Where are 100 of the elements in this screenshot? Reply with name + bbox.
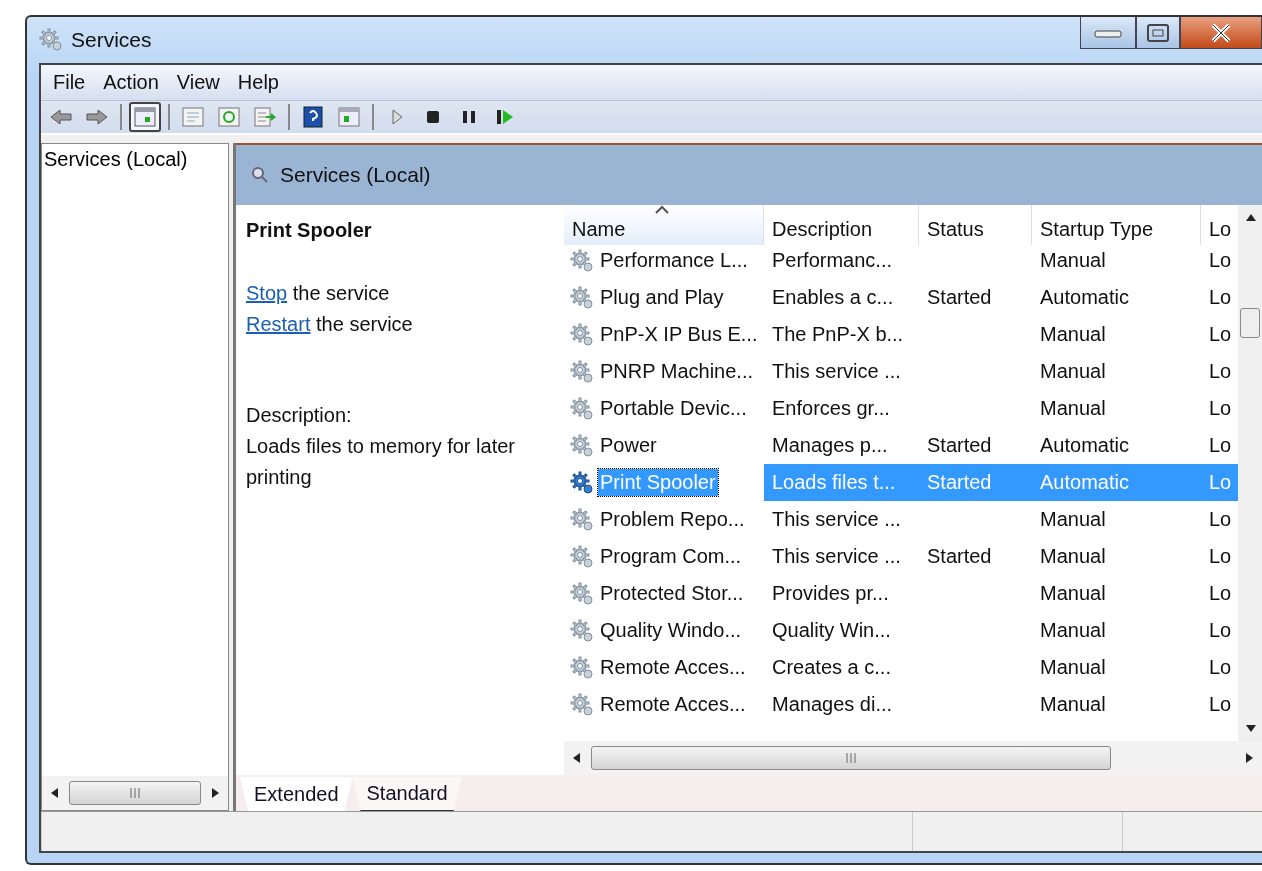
table-cell-text: Manages di... [771,692,894,717]
table-cell-text: Manual [1039,359,1107,384]
gear-icon [570,581,594,606]
minimize-icon [1094,27,1122,38]
properties-icon [182,107,204,127]
table-cell-text: Lo [1208,285,1233,310]
gear-icon [570,507,594,532]
table-cell-text: Started [926,433,993,458]
service-name[interactable]: Power [598,432,659,459]
resume-icon [495,108,515,126]
magnifier-icon [250,165,270,185]
service-name[interactable]: Program Com... [598,543,744,570]
table-cell-text: Lo [1208,248,1233,273]
action-link[interactable]: Stop [246,282,288,304]
table-cell-text: Started [926,285,993,310]
scroll-grip-icon [127,787,143,799]
table-cell-text: Lo [1208,507,1233,532]
menu-item[interactable]: View [170,69,226,96]
menu-item[interactable]: File [47,69,92,96]
table-cell-text: This service ... [771,544,902,569]
table-cell-text: Manual [1039,692,1107,717]
pause-icon [461,109,477,125]
refresh-icon [218,107,240,127]
service-title: Print Spooler [246,218,373,243]
column-header[interactable]: Name [564,205,764,245]
table-cell-text: Manual [1039,544,1107,569]
gear-icon [570,544,594,569]
vertical-scrollbar[interactable] [1238,205,1262,741]
table-cell-text: This service ... [771,507,902,532]
table-cell-text: Lo [1208,692,1233,717]
gear-icon [570,322,594,347]
gear-icon [570,470,594,495]
gear-icon [570,359,594,384]
gear-icon [570,618,594,643]
table-cell-text: Automatic [1039,433,1130,458]
service-action: Restart the service [246,312,414,337]
action-link[interactable]: Restart [246,313,311,335]
table-cell-text: Manual [1039,396,1107,421]
maximize-button[interactable] [1136,17,1180,49]
table-cell-text: Lo [1208,581,1233,606]
table-cell-text: Lo [1208,322,1233,347]
service-name[interactable]: PnP-X IP Bus E... [598,321,760,348]
table-cell-text: The PnP-X b... [771,322,905,347]
table-cell-text: Lo [1208,544,1233,569]
horizontal-scrollbar[interactable] [42,776,228,810]
table-cell-text: Manual [1039,655,1107,680]
gear-icon [39,28,63,52]
service-name[interactable]: Plug and Play [598,284,726,311]
service-name[interactable]: Portable Devic... [598,395,749,422]
table-cell-text: Performanc... [771,248,894,273]
service-name[interactable]: Problem Repo... [598,506,747,533]
close-button[interactable] [1180,17,1262,49]
table-cell-text: Manual [1039,618,1107,643]
console-tree-icon [134,107,156,127]
table-cell: Started [919,464,1032,501]
description-label: Description: [246,403,353,428]
service-name[interactable]: Performance L... [598,247,750,274]
table-cell-text: Provides pr... [771,581,890,606]
view-tab[interactable]: Standard [352,777,462,811]
stop-icon [425,109,441,125]
service-name[interactable]: Quality Windo... [598,617,744,644]
table-cell-text: Lo [1208,618,1233,643]
table-cell-text: Manual [1039,581,1107,606]
table-cell-text: Creates a c... [771,655,892,680]
service-name[interactable]: Protected Stor... [598,580,746,607]
scroll-thumb[interactable] [1240,308,1260,338]
view-tab[interactable]: Extended [240,777,353,811]
service-name[interactable]: Remote Acces... [598,654,748,681]
table-cell-text: Lo [1208,433,1233,458]
service-action: Stop the service [246,281,391,306]
minimize-button[interactable] [1080,17,1136,49]
help-book-icon [303,106,323,128]
gear-icon [570,248,594,273]
service-name[interactable]: PNRP Machine... [598,358,756,385]
table-cell-text: Started [926,544,993,569]
maximize-icon [1146,22,1170,43]
service-name[interactable]: Remote Acces... [598,691,748,718]
menu-item[interactable]: Action [97,69,165,96]
table-cell-text: Quality Win... [771,618,892,643]
gear-icon [570,692,594,717]
gear-icon [570,285,594,310]
gear-icon [570,655,594,680]
tree-item[interactable]: Services (Local) [42,144,228,175]
menu-item[interactable]: Help [231,69,285,96]
table-cell-text: Lo [1208,396,1233,421]
toolbar-button[interactable] [129,102,161,132]
export-list-icon [254,107,276,127]
table-cell: Lo [1201,464,1238,501]
scroll-thumb[interactable] [69,781,201,805]
gear-icon [570,396,594,421]
table-cell: Automatic [1032,464,1201,501]
table-cell-text: This service ... [771,359,902,384]
table-cell-text: Enables a c... [771,285,895,310]
close-icon [1209,21,1233,44]
scroll-thumb[interactable] [591,746,1111,770]
horizontal-scrollbar[interactable] [564,741,1262,775]
window-title: Services [71,28,152,52]
description-text: Loads files to memory for later printing [246,434,516,490]
scroll-grip-icon [843,752,859,764]
window-view-icon [338,107,360,127]
